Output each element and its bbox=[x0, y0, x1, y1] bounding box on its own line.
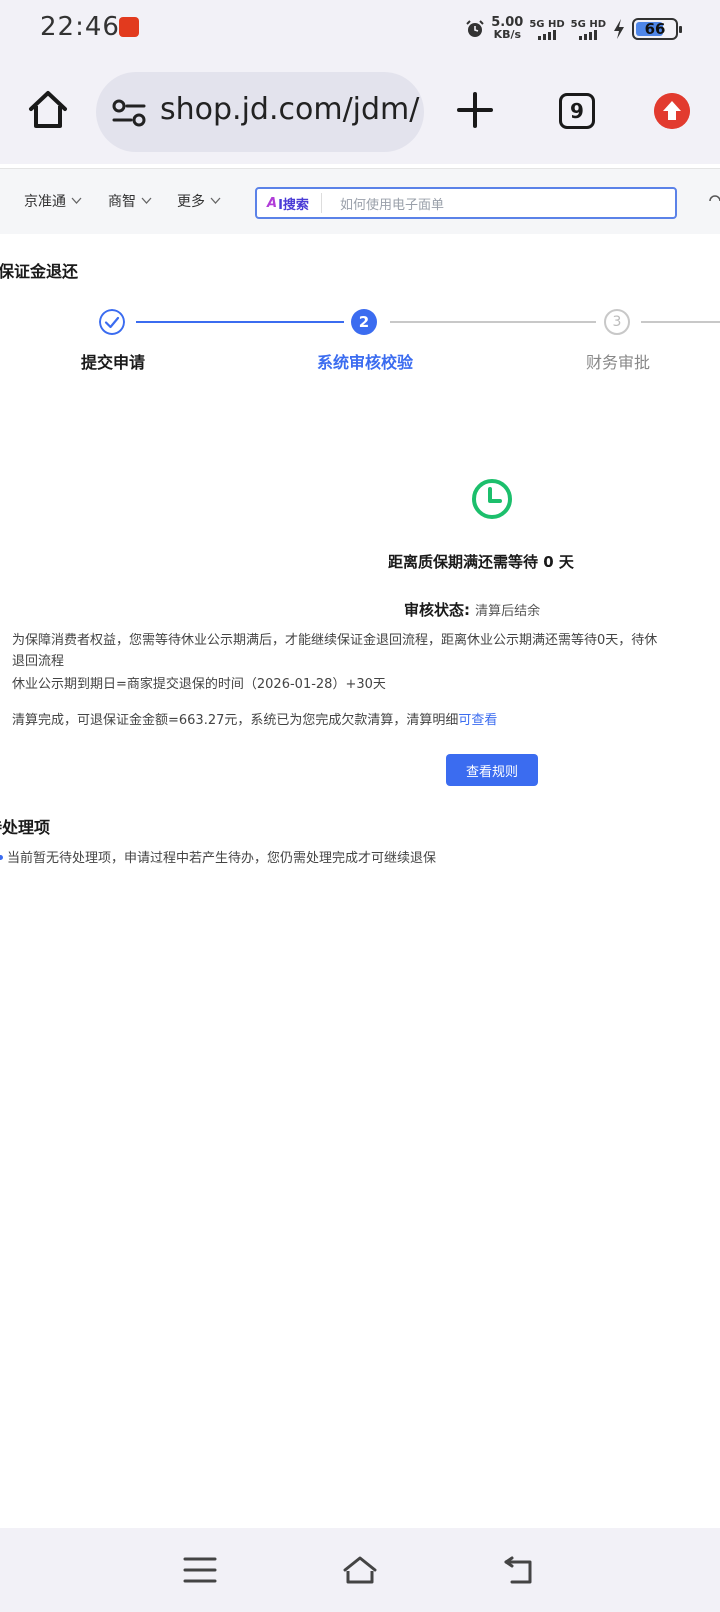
sim1-signal: 5G HD bbox=[529, 18, 565, 40]
menu-icon[interactable] bbox=[182, 1554, 218, 1586]
expiry-formula-text: 休业公示期到期日=商家提交退保的时间（2026-01-28）+30天 bbox=[12, 677, 386, 692]
step-2-label: 系统审核校验 bbox=[317, 353, 414, 372]
battery-icon: 66 bbox=[632, 18, 682, 40]
tab-switcher-button[interactable]: 9 bbox=[559, 93, 595, 129]
view-rules-button[interactable]: 查看规则 bbox=[446, 754, 538, 786]
notice-text-line2: 退回流程 bbox=[12, 654, 65, 669]
system-navigation-bar bbox=[0, 1528, 720, 1612]
view-details-link[interactable]: 可查看 bbox=[458, 713, 497, 728]
ai-logo-icon: A bbox=[267, 195, 278, 211]
url-text[interactable]: shop.jd.com/jdm/ bbox=[160, 92, 419, 127]
browser-toolbar: shop.jd.com/jdm/ 9 bbox=[0, 56, 720, 164]
step-number: 2 bbox=[358, 313, 370, 331]
status-time: 22:46 bbox=[40, 12, 120, 42]
clock-icon bbox=[472, 479, 512, 519]
app-notification-icon bbox=[119, 17, 139, 37]
settlement-text: 清算完成，可退保证金金额=663.27元，系统已为您完成欠款清算，清算明细可查看 bbox=[12, 710, 497, 731]
customer-service-icon[interactable] bbox=[708, 193, 720, 207]
sim1-label: 5G HD bbox=[529, 18, 565, 30]
ai-search-label: I搜索 bbox=[278, 197, 309, 213]
review-status-value: 清算后结余 bbox=[475, 604, 541, 619]
step-connector-pending bbox=[390, 321, 596, 323]
address-bar[interactable]: shop.jd.com/jdm/ bbox=[96, 72, 424, 152]
step-connector-pending bbox=[641, 321, 720, 323]
update-icon[interactable] bbox=[654, 93, 690, 129]
status-indicators: 5.00 KB/s 5G HD 5G HD 66 bbox=[465, 12, 682, 46]
step-3-label: 财务审批 bbox=[586, 353, 651, 372]
bullet-dot bbox=[0, 855, 3, 860]
pending-items-title: 待处理项 bbox=[0, 818, 51, 837]
nav-item-label: 京准通 bbox=[24, 194, 66, 210]
nav-item-jingzhuntong[interactable]: 京准通 bbox=[24, 191, 82, 211]
net-speed-unit: KB/s bbox=[493, 28, 522, 41]
signal-bars-icon bbox=[571, 29, 606, 40]
back-icon[interactable] bbox=[502, 1554, 538, 1586]
chevron-down-icon bbox=[71, 197, 82, 204]
sim2-signal: 5G HD bbox=[571, 19, 606, 40]
net-speed: 5.00 KB/s bbox=[491, 16, 523, 41]
nav-item-shangzhi[interactable]: 商智 bbox=[108, 191, 152, 211]
nav-item-label: 商智 bbox=[108, 194, 136, 210]
wait-days-text: 距离质保期满还需等待 0 天 bbox=[388, 553, 574, 571]
new-tab-icon[interactable] bbox=[455, 90, 495, 130]
search-input[interactable]: A I搜索 如何使用电子面单 bbox=[255, 187, 677, 219]
home-icon[interactable] bbox=[26, 88, 70, 132]
charging-icon bbox=[614, 19, 624, 39]
status-bar: 22:46 5.00 KB/s 5G HD 5G HD 66 bbox=[0, 0, 720, 56]
signal-bars-icon bbox=[529, 29, 564, 40]
ai-search-badge[interactable]: A I搜索 bbox=[267, 193, 322, 213]
notice-text-line1: 为保障消费者权益，您需等待休业公示期满后，才能继续保证金退回流程，距离休业公示期… bbox=[12, 633, 658, 648]
page-title: 保证金退还 bbox=[0, 262, 79, 281]
sim2-label: 5G HD bbox=[570, 18, 606, 30]
home-nav-icon[interactable] bbox=[342, 1554, 378, 1586]
site-navigation: 京准通 商智 更多 A I搜索 如何使用电子面单 bbox=[0, 168, 720, 234]
battery-level: 66 bbox=[644, 20, 666, 38]
review-status-label: 审核状态: bbox=[404, 601, 470, 619]
alarm-icon bbox=[466, 20, 484, 37]
step-1-label: 提交申请 bbox=[81, 353, 146, 372]
chevron-down-icon bbox=[141, 197, 152, 204]
tab-count: 9 bbox=[570, 99, 584, 123]
step-number: 3 bbox=[612, 314, 622, 330]
step-connector-done bbox=[136, 321, 344, 323]
step-3-circle: 3 bbox=[604, 309, 630, 335]
pending-items-text: 当前暂无待处理项，申请过程中若产生待办，您仍需处理完成才可继续退保 bbox=[7, 851, 437, 866]
settlement-text-body: 清算完成，可退保证金金额=663.27元，系统已为您完成欠款清算，清算明细 bbox=[12, 713, 459, 728]
search-placeholder: 如何使用电子面单 bbox=[340, 198, 445, 213]
review-status: 审核状态: 清算后结余 bbox=[404, 599, 540, 620]
nav-item-more[interactable]: 更多 bbox=[177, 191, 221, 211]
step-1-check-icon bbox=[99, 309, 125, 335]
step-2-circle: 2 bbox=[351, 309, 377, 335]
chevron-down-icon bbox=[210, 197, 221, 204]
site-settings-icon[interactable] bbox=[112, 98, 146, 128]
nav-item-label: 更多 bbox=[177, 194, 205, 210]
